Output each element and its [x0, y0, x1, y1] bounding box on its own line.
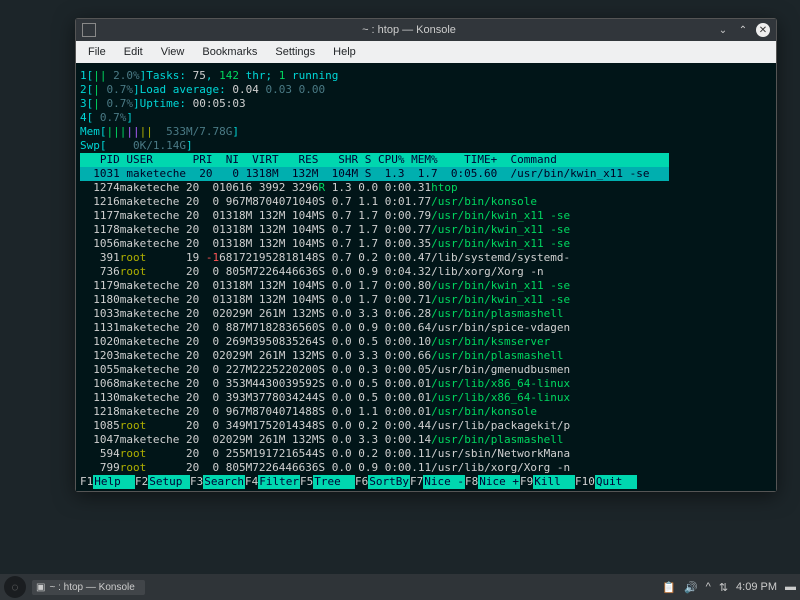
menu-edit[interactable]: Edit: [116, 44, 151, 60]
titlebar[interactable]: ~ : htop — Konsole ⌄ ⌃ ✕: [76, 19, 776, 41]
maximize-button[interactable]: ⌃: [736, 23, 750, 37]
menu-bookmarks[interactable]: Bookmarks: [194, 44, 265, 60]
window-title: ~ : htop — Konsole: [102, 24, 716, 36]
clipboard-icon[interactable]: 📋: [662, 581, 676, 594]
menu-settings[interactable]: Settings: [267, 44, 323, 60]
app-icon: [82, 23, 96, 37]
menu-help[interactable]: Help: [325, 44, 364, 60]
terminal[interactable]: 1 [|| 2.0%] Tasks: 75, 142 thr; 1 runnin…: [76, 63, 776, 491]
menu-file[interactable]: File: [80, 44, 114, 60]
taskbar-item-label: ~ : htop — Konsole: [49, 582, 134, 593]
taskbar-item-konsole[interactable]: ▣ ~ : htop — Konsole: [32, 580, 145, 595]
minimize-button[interactable]: ⌄: [716, 23, 730, 37]
network-icon[interactable]: ⇅: [719, 581, 728, 594]
chevron-up-icon[interactable]: ^: [706, 581, 711, 593]
menubar: File Edit View Bookmarks Settings Help: [76, 41, 776, 63]
app-launcher-icon[interactable]: ◌: [4, 576, 26, 598]
konsole-window: ~ : htop — Konsole ⌄ ⌃ ✕ File Edit View …: [75, 18, 777, 492]
taskbar-app-icon: ▣: [36, 582, 45, 593]
menu-view[interactable]: View: [153, 44, 193, 60]
show-desktop-icon[interactable]: ▬: [785, 581, 796, 593]
volume-icon[interactable]: 🔊: [684, 581, 698, 594]
taskbar: ◌ ▣ ~ : htop — Konsole 📋 🔊 ^ ⇅ 4:09 PM ▬: [0, 574, 800, 600]
close-button[interactable]: ✕: [756, 23, 770, 37]
clock[interactable]: 4:09 PM: [736, 581, 777, 593]
system-tray: 📋 🔊 ^ ⇅ 4:09 PM ▬: [662, 581, 796, 594]
